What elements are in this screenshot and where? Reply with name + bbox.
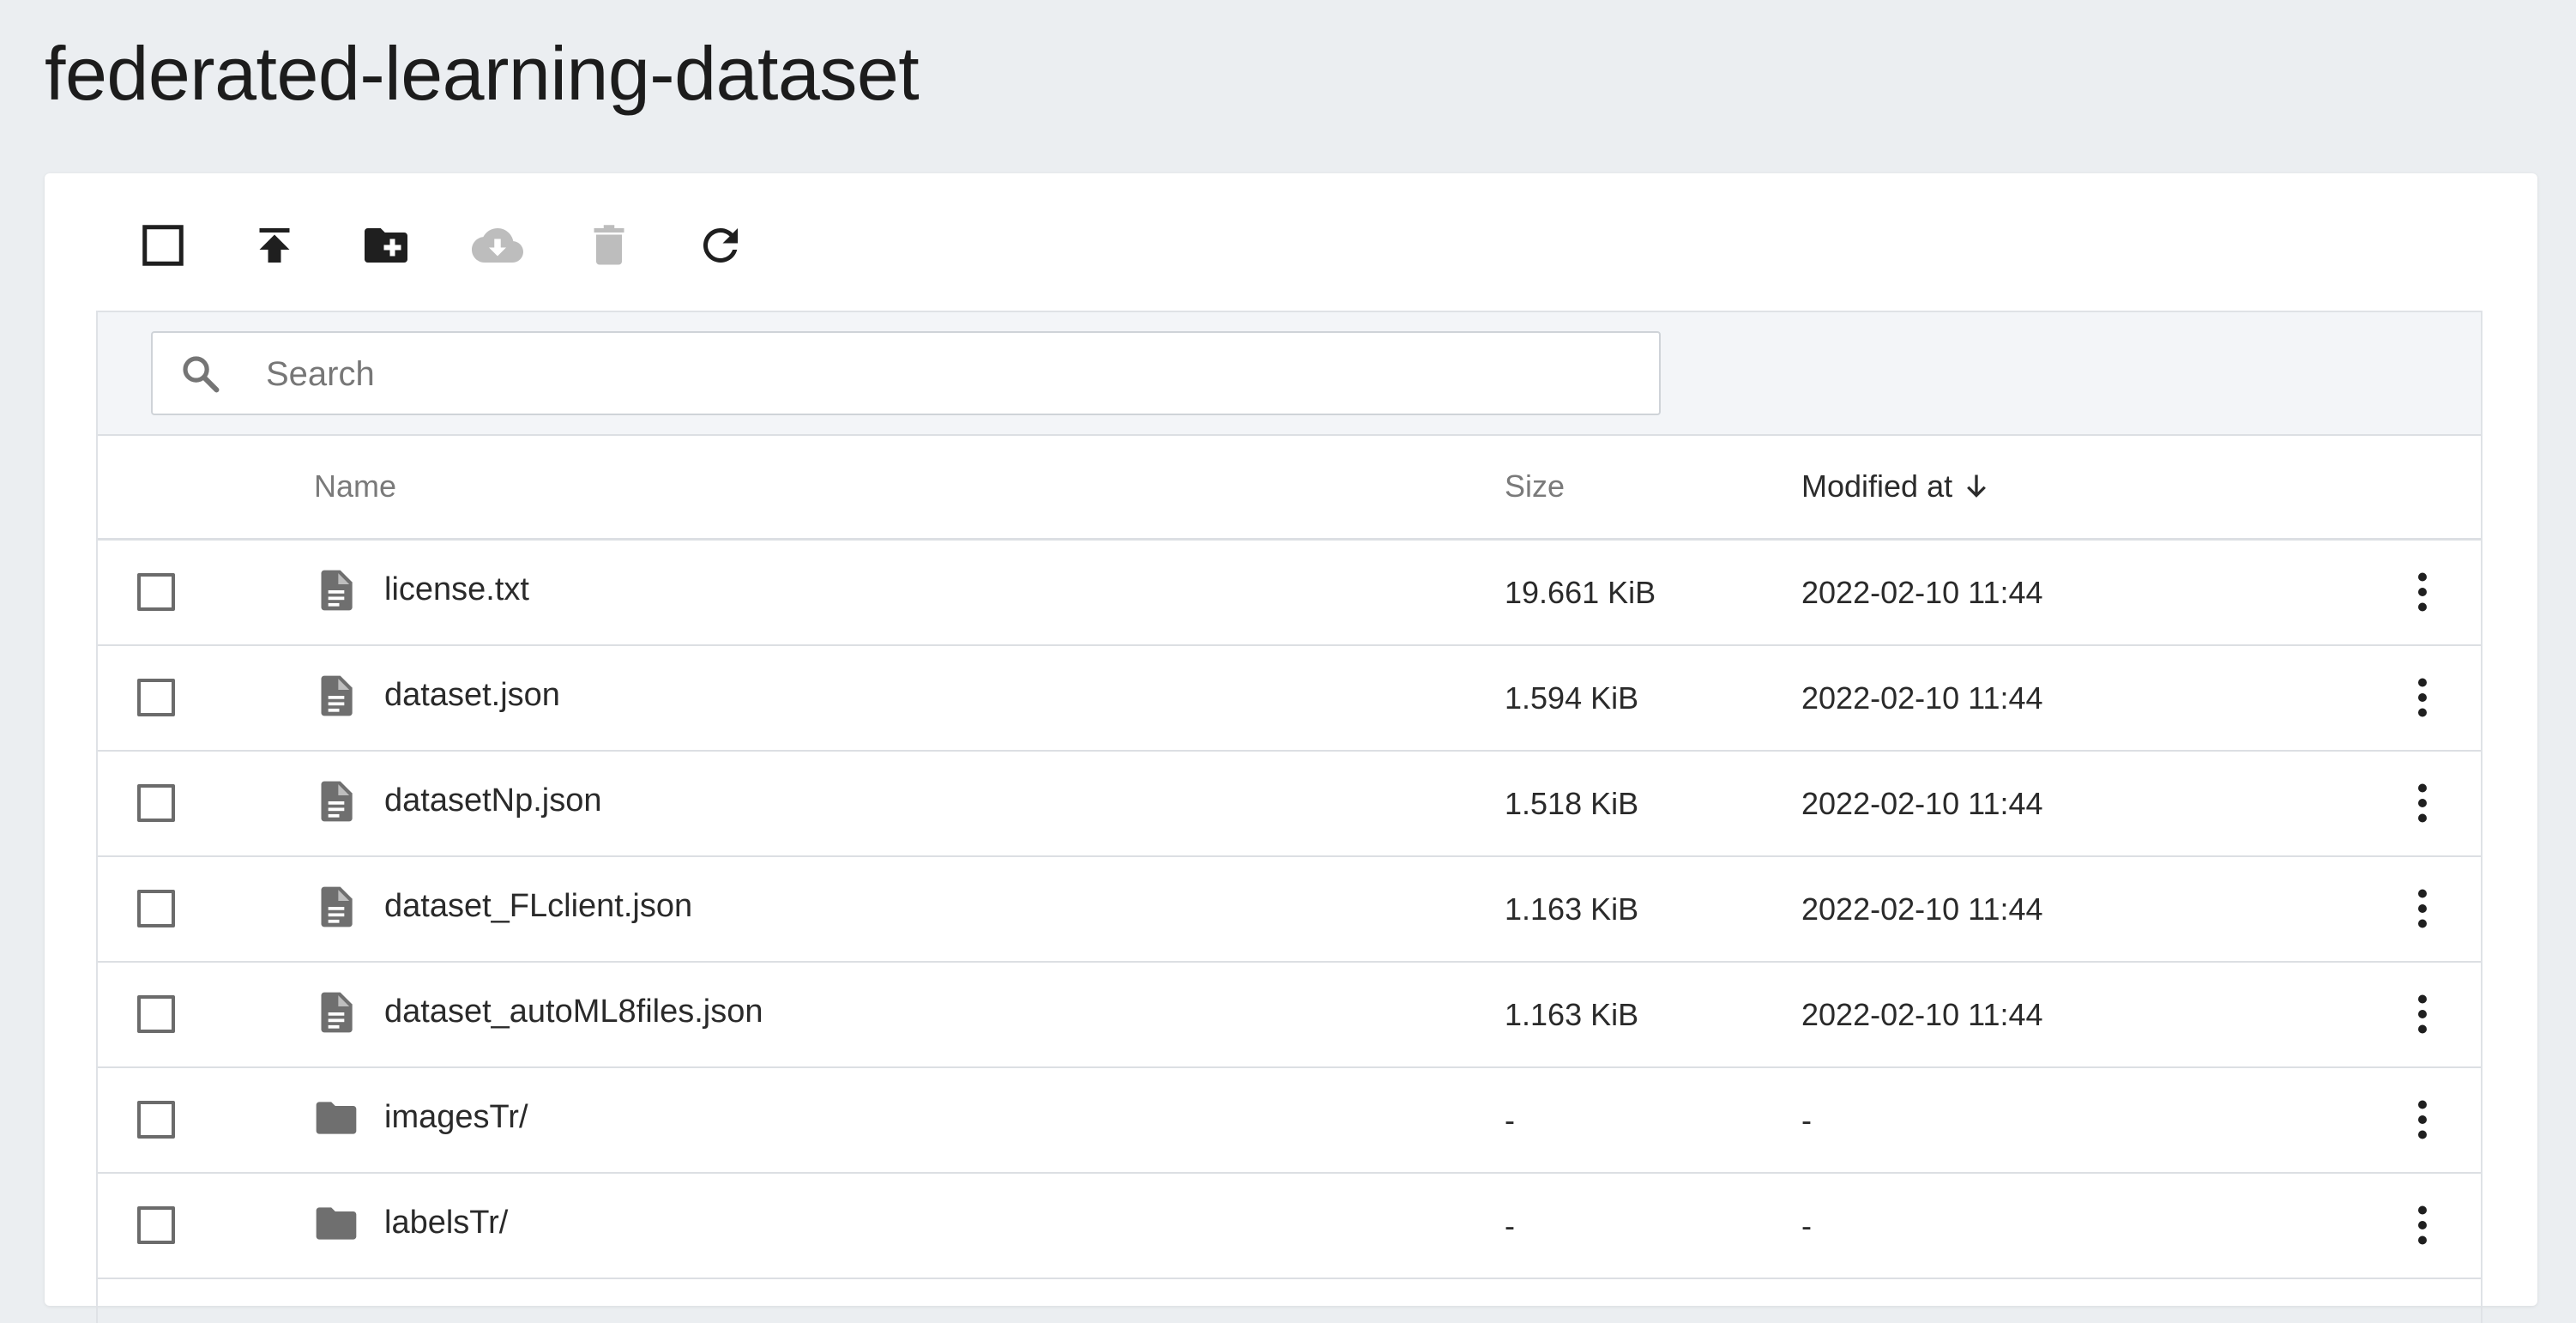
row-modified-date: 2022-02-10 11:44 — [1801, 575, 2043, 610]
file-document-icon — [321, 570, 353, 611]
more-vert-icon[interactable] — [2397, 777, 2448, 829]
search-box[interactable] — [151, 331, 1661, 415]
row-name[interactable]: dataset_autoML8files.json — [384, 994, 763, 1030]
file-browser-card: Name Size Modified at license.txt 19.661 … — [45, 173, 2537, 1323]
row-size: - — [1505, 1102, 1515, 1138]
table-header: Name Size Modified at — [98, 436, 2481, 541]
row-modified-date: 2022-02-10 11:44 — [1801, 891, 2043, 927]
folder-icon — [316, 1102, 357, 1134]
upload-button[interactable] — [240, 211, 309, 280]
toolbar — [45, 173, 2537, 311]
row-checkbox[interactable] — [137, 679, 175, 716]
row-checkbox[interactable] — [137, 890, 175, 927]
folder-row[interactable]: imagesTr/ - - — [98, 1068, 2481, 1174]
row-modified-date: - — [1801, 1208, 1812, 1243]
row-checkbox[interactable] — [137, 995, 175, 1033]
file-document-icon — [321, 781, 353, 822]
row-size: - — [1505, 1208, 1515, 1243]
sort-descending-arrow-icon — [1967, 474, 1987, 498]
search-icon — [183, 356, 220, 393]
search-bar-area — [98, 312, 2481, 436]
row-modified-date: 2022-02-10 11:44 — [1801, 680, 2043, 716]
file-row[interactable]: datasetNp.json 1.518 KiB 2022-02-10 11:44 — [98, 752, 2481, 857]
column-header-modified-label: Modified at — [1801, 468, 1953, 504]
select-all-button[interactable] — [129, 211, 197, 280]
row-size: 1.518 KiB — [1505, 786, 1639, 821]
row-checkbox[interactable] — [137, 784, 175, 822]
row-checkbox[interactable] — [137, 1206, 175, 1244]
file-document-icon — [321, 886, 353, 927]
new-folder-button[interactable] — [352, 211, 420, 280]
folder-plus-icon — [365, 228, 407, 263]
row-name[interactable]: dataset_FLclient.json — [384, 888, 692, 925]
delete-button[interactable] — [575, 211, 643, 280]
file-row[interactable]: dataset_autoML8files.json 1.163 KiB 2022-0… — [98, 963, 2481, 1068]
cloud-download-icon — [472, 228, 523, 263]
column-header-modified[interactable]: Modified at — [1801, 468, 1992, 504]
folder-row[interactable]: labelsTr/ - - — [98, 1174, 2481, 1279]
search-input[interactable] — [264, 343, 1640, 405]
row-modified-date: 2022-02-10 11:44 — [1801, 786, 2043, 821]
refresh-icon — [703, 227, 738, 263]
file-row[interactable]: dataset.json 1.594 KiB 2022-02-10 11:44 — [98, 646, 2481, 752]
more-vert-icon[interactable] — [2397, 1199, 2448, 1251]
row-name[interactable]: license.txt — [384, 571, 529, 608]
upload-icon — [259, 228, 290, 263]
row-checkbox[interactable] — [137, 1101, 175, 1139]
more-vert-icon[interactable] — [2397, 1094, 2448, 1145]
row-size: 1.163 KiB — [1505, 891, 1639, 927]
row-name[interactable]: dataset.json — [384, 677, 560, 714]
row-size: 19.661 KiB — [1505, 575, 1656, 610]
more-vert-icon[interactable] — [2397, 566, 2448, 618]
file-row[interactable]: license.txt 19.661 KiB 2022-02-10 11:44 — [98, 541, 2481, 646]
column-header-name[interactable]: Name — [314, 468, 396, 504]
row-size: 1.163 KiB — [1505, 997, 1639, 1032]
download-button[interactable] — [463, 211, 532, 280]
file-document-icon — [321, 992, 353, 1033]
refresh-button[interactable] — [686, 211, 755, 280]
checkbox-outline-icon — [142, 225, 184, 266]
folder-icon — [316, 1207, 357, 1240]
row-name[interactable]: labelsTr/ — [384, 1205, 508, 1241]
file-document-icon — [321, 675, 353, 716]
more-vert-icon[interactable] — [2397, 672, 2448, 723]
page-title: federated-learning-dataset — [45, 31, 920, 116]
row-size: 1.594 KiB — [1505, 680, 1639, 716]
trash-icon — [594, 225, 624, 265]
more-vert-icon[interactable] — [2397, 988, 2448, 1040]
row-name[interactable]: datasetNp.json — [384, 782, 602, 819]
more-vert-icon[interactable] — [2397, 883, 2448, 934]
row-checkbox[interactable] — [137, 573, 175, 611]
row-name[interactable]: imagesTr/ — [384, 1099, 528, 1136]
file-list-panel: Name Size Modified at license.txt 19.661 … — [96, 311, 2482, 1323]
column-header-size[interactable]: Size — [1505, 468, 1565, 504]
row-modified-date: 2022-02-10 11:44 — [1801, 997, 2043, 1032]
row-modified-date: - — [1801, 1102, 1812, 1138]
file-row[interactable]: dataset_FLclient.json 1.163 KiB 2022-02-10… — [98, 857, 2481, 963]
